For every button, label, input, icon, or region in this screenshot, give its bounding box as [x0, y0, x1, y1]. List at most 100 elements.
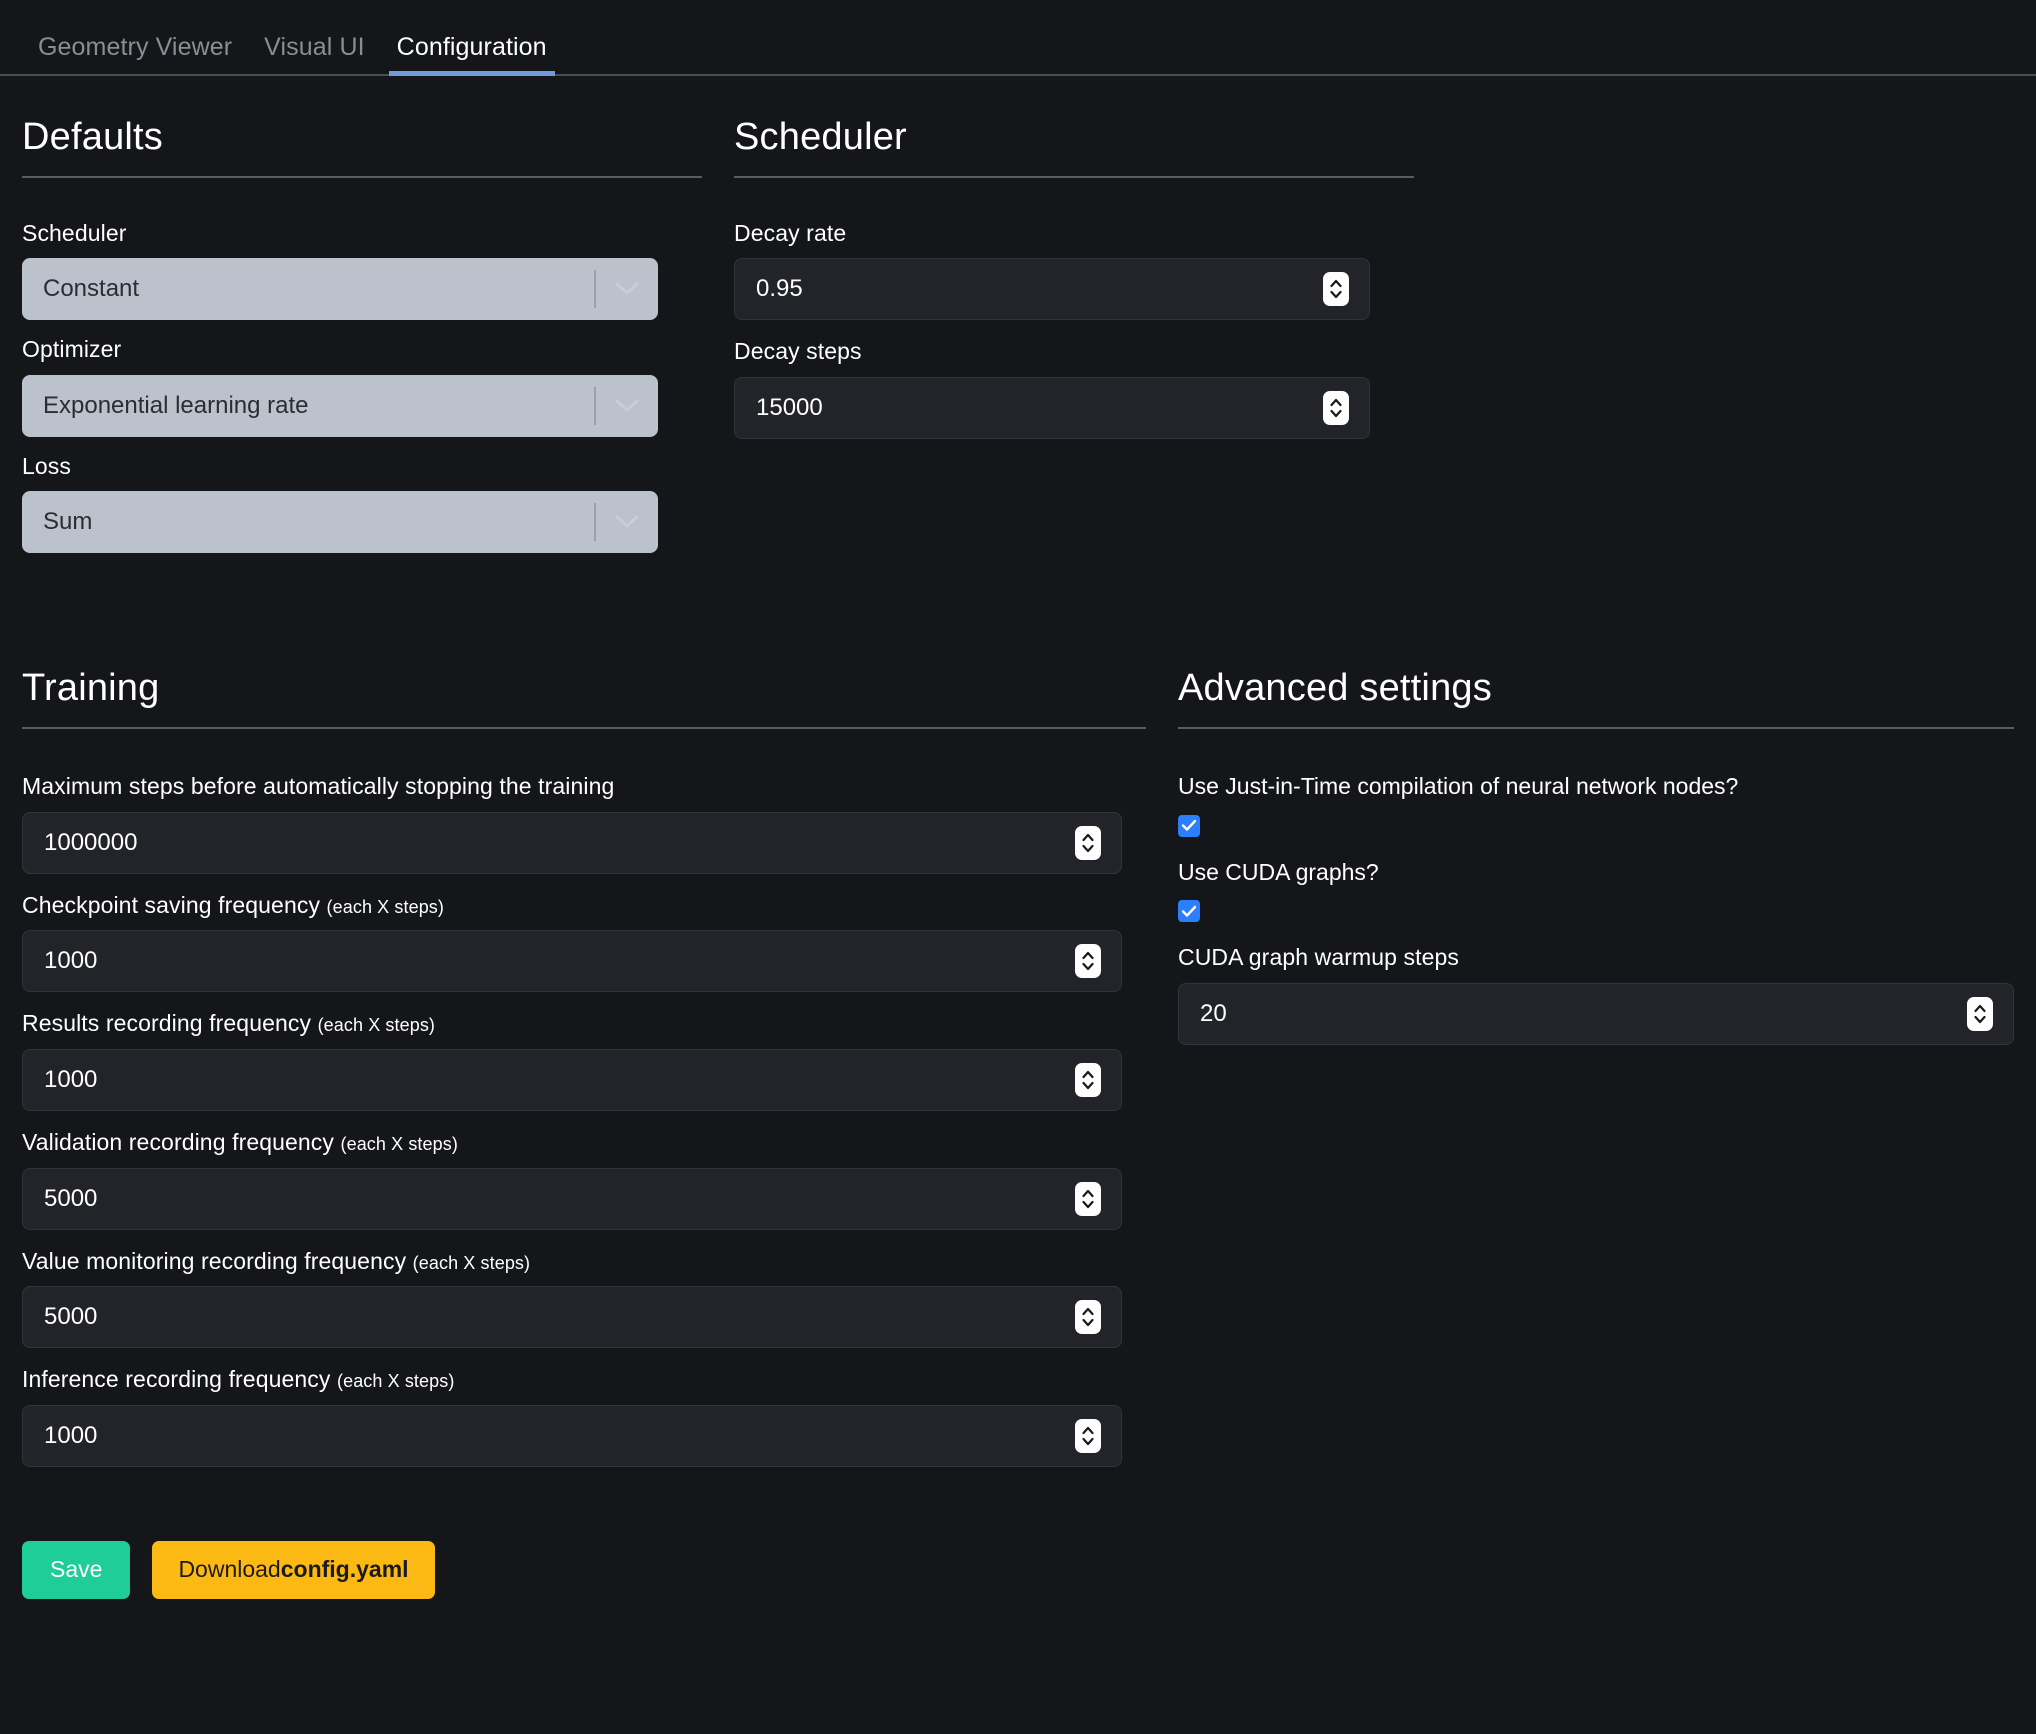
field-label-hint: (each X steps)	[412, 1252, 531, 1273]
loss-select-value: Sum	[43, 508, 93, 536]
field-label: Maximum steps before automatically stopp…	[22, 773, 1146, 801]
field-label-hint: (each X steps)	[336, 1371, 455, 1392]
field-decay-rate: Decay rate 0.95	[734, 220, 1414, 321]
field-label: Decay steps	[734, 338, 862, 365]
results-frequency-value: 1000	[44, 1065, 98, 1093]
advanced-settings-divider	[1178, 727, 2014, 730]
field-label: Checkpoint saving frequency (each X step…	[22, 892, 1146, 920]
field-label: Results recording frequency (each X step…	[22, 1010, 1146, 1038]
stepper-icon[interactable]	[1323, 272, 1349, 307]
field-label: Validation recording frequency (each X s…	[22, 1129, 1146, 1157]
inference-frequency-value: 1000	[44, 1421, 98, 1449]
loss-select[interactable]: Sum	[22, 491, 658, 554]
jit-checkbox-row	[1178, 814, 2014, 837]
advanced-settings-title: Advanced settings	[1178, 667, 1492, 710]
download-prefix-label: Download	[178, 1556, 281, 1583]
chevron-down-icon[interactable]	[596, 398, 658, 414]
validation-frequency-input[interactable]: 5000	[22, 1167, 1122, 1230]
scheduler-select-value: Constant	[43, 275, 140, 303]
stepper-icon[interactable]	[1075, 1418, 1101, 1453]
field-label-hint: (each X steps)	[317, 1015, 436, 1036]
training-divider	[22, 727, 1146, 730]
tab-geometry-viewer[interactable]: Geometry Viewer	[22, 35, 248, 74]
decay-steps-value: 15000	[756, 393, 823, 421]
cuda-graphs-checkbox-row	[1178, 900, 2014, 923]
cuda-graphs-label: Use CUDA graphs?	[1178, 858, 1379, 885]
field-cuda-warmup-steps: CUDA graph warmup steps 20	[1178, 944, 2014, 1045]
defaults-divider	[22, 175, 702, 178]
download-filename-label: config.yaml	[280, 1556, 409, 1583]
field-label: Inference recording frequency (each X st…	[22, 1366, 1146, 1394]
max-steps-value: 1000000	[44, 828, 138, 856]
field-results-frequency: Results recording frequency (each X step…	[22, 1010, 1146, 1111]
chevron-down-icon[interactable]	[596, 514, 658, 530]
scheduler-section: Scheduler Decay rate 0.95 Decay steps 15…	[734, 116, 1414, 569]
cuda-graphs-checkbox[interactable]	[1178, 900, 1200, 923]
bottom-sections: Training Maximum steps before automatica…	[22, 569, 2014, 1484]
top-spacer	[1446, 116, 2014, 569]
optimizer-select-value: Exponential learning rate	[43, 391, 309, 419]
field-label-text: Maximum steps before automatically stopp…	[22, 773, 615, 800]
field-label: Optimizer	[22, 336, 122, 363]
field-loss: Loss Sum	[22, 453, 702, 554]
training-title: Training	[22, 667, 160, 710]
checkpoint-frequency-value: 1000	[44, 947, 98, 975]
tab-label: Visual UI	[264, 33, 365, 61]
action-buttons: Save Download config.yaml	[0, 1485, 2036, 1599]
field-checkpoint-frequency: Checkpoint saving frequency (each X step…	[22, 892, 1146, 993]
defaults-title: Defaults	[22, 116, 164, 158]
field-optimizer: Optimizer Exponential learning rate	[22, 336, 702, 437]
chevron-down-icon[interactable]	[596, 281, 658, 297]
field-label-text: Validation recording frequency	[22, 1128, 334, 1155]
scheduler-divider	[734, 175, 1414, 178]
decay-rate-value: 0.95	[756, 275, 803, 303]
field-scheduler: Scheduler Constant	[22, 220, 702, 321]
field-label: Scheduler	[22, 219, 127, 246]
scheduler-select[interactable]: Constant	[22, 258, 658, 321]
field-label: Decay rate	[734, 219, 847, 246]
value-monitoring-frequency-value: 5000	[44, 1303, 98, 1331]
stepper-icon[interactable]	[1967, 996, 1993, 1031]
field-label-hint: (each X steps)	[326, 896, 444, 917]
cuda-warmup-steps-input[interactable]: 20	[1178, 982, 2014, 1045]
checkpoint-frequency-input[interactable]: 1000	[22, 930, 1122, 993]
field-label-text: Inference recording frequency	[22, 1366, 331, 1393]
tab-bar: Geometry Viewer Visual UI Configuration	[0, 0, 2036, 76]
tab-visual-ui[interactable]: Visual UI	[248, 35, 381, 74]
tab-configuration[interactable]: Configuration	[381, 33, 563, 76]
cuda-warmup-steps-value: 20	[1200, 999, 1227, 1027]
stepper-icon[interactable]	[1075, 1300, 1101, 1335]
optimizer-select[interactable]: Exponential learning rate	[22, 374, 658, 437]
configuration-page: Defaults Scheduler Constant Optimizer Ex…	[0, 76, 2036, 1485]
validation-frequency-value: 5000	[44, 1184, 98, 1212]
stepper-icon[interactable]	[1075, 825, 1101, 860]
training-section: Training Maximum steps before automatica…	[22, 667, 1146, 1484]
value-monitoring-frequency-input[interactable]: 5000	[22, 1286, 1122, 1349]
scheduler-title: Scheduler	[734, 116, 907, 158]
stepper-icon[interactable]	[1075, 944, 1101, 979]
top-sections: Defaults Scheduler Constant Optimizer Ex…	[22, 76, 2014, 569]
jit-label: Use Just-in-Time compilation of neural n…	[1178, 773, 1739, 800]
download-config-button[interactable]: Download config.yaml	[152, 1540, 435, 1599]
tab-label: Geometry Viewer	[38, 33, 233, 61]
inference-frequency-input[interactable]: 1000	[22, 1404, 1122, 1467]
tab-label: Configuration	[396, 33, 547, 61]
save-button[interactable]: Save	[22, 1540, 131, 1599]
stepper-icon[interactable]	[1075, 1062, 1101, 1097]
field-inference-frequency: Inference recording frequency (each X st…	[22, 1366, 1146, 1467]
field-label-text: Value monitoring recording frequency	[22, 1247, 407, 1274]
max-steps-input[interactable]: 1000000	[22, 811, 1122, 874]
field-label-text: Results recording frequency	[22, 1010, 312, 1037]
field-label-text: Checkpoint saving frequency	[22, 891, 321, 918]
decay-steps-input[interactable]: 15000	[734, 376, 1370, 439]
stepper-icon[interactable]	[1323, 390, 1349, 425]
field-validation-frequency: Validation recording frequency (each X s…	[22, 1129, 1146, 1230]
stepper-icon[interactable]	[1075, 1181, 1101, 1216]
field-label: CUDA graph warmup steps	[1178, 944, 1459, 971]
advanced-settings-section: Advanced settings Use Just-in-Time compi…	[1178, 667, 2014, 1484]
decay-rate-input[interactable]: 0.95	[734, 258, 1370, 321]
field-max-steps: Maximum steps before automatically stopp…	[22, 773, 1146, 874]
field-label-hint: (each X steps)	[340, 1133, 458, 1154]
results-frequency-input[interactable]: 1000	[22, 1048, 1122, 1111]
jit-checkbox[interactable]	[1178, 814, 1200, 837]
